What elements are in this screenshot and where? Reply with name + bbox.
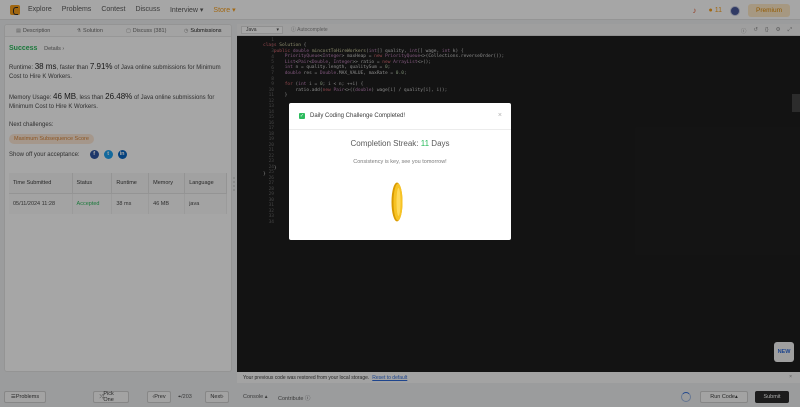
modal-close-icon[interactable]: × xyxy=(498,112,502,119)
check-icon: ✓ xyxy=(299,113,305,119)
modal-header: ✓ Daily Coding Challenge Completed! xyxy=(289,103,511,130)
modal-title: Daily Coding Challenge Completed! xyxy=(310,113,406,119)
daily-challenge-modal: ✓ Daily Coding Challenge Completed! × Co… xyxy=(289,103,511,240)
modal-subtitle: Consistency is key, see you tomorrow! xyxy=(353,159,447,165)
completion-streak: Completion Streak: 11 Days xyxy=(350,139,450,148)
streak-days: 11 xyxy=(420,139,430,148)
coin-icon xyxy=(391,182,403,222)
